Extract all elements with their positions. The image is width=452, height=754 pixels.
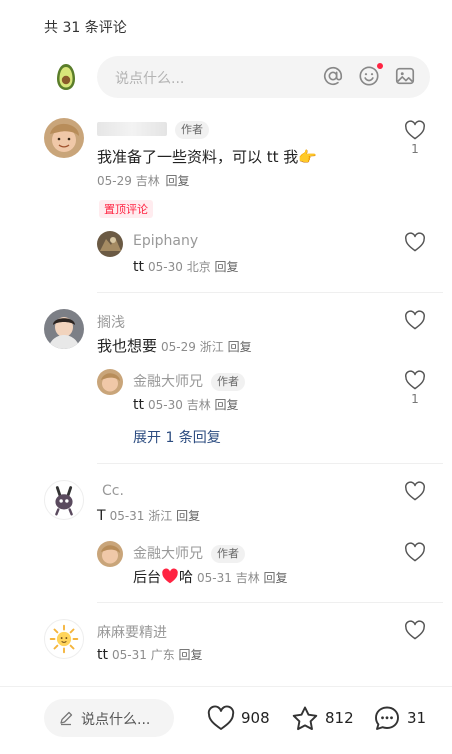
like-button[interactable] xyxy=(403,620,427,640)
bottom-input-placeholder: 说点什么... xyxy=(81,712,151,728)
comment-nickname[interactable]: Epiphany xyxy=(133,233,198,249)
reply-button[interactable]: 回复 xyxy=(228,340,252,354)
divider xyxy=(97,292,443,293)
like-total: 908 xyxy=(241,709,270,727)
comment-count: 共 31 条评论 xyxy=(44,20,127,36)
like-count: 1 xyxy=(411,392,419,406)
avatar[interactable] xyxy=(97,369,123,395)
reply-button[interactable]: 回复 xyxy=(166,174,190,188)
like-button[interactable] xyxy=(403,481,427,501)
like-button[interactable] xyxy=(403,232,427,252)
comment-nickname[interactable]: 搁浅 xyxy=(97,312,125,332)
divider xyxy=(97,602,443,603)
comment-text[interactable]: T 05-31 浙江 回复 xyxy=(97,507,200,524)
comment-text[interactable]: 我也想要 05-29 浙江 回复 xyxy=(97,335,252,356)
like-button[interactable]: 1 xyxy=(403,120,427,156)
avatar[interactable] xyxy=(44,619,84,659)
comment-text[interactable]: tt 05-30 吉林 回复 xyxy=(133,396,239,413)
avocado-avatar[interactable] xyxy=(52,63,80,91)
avatar[interactable] xyxy=(44,480,84,520)
like-button[interactable] xyxy=(403,310,427,330)
like-button[interactable] xyxy=(403,542,427,562)
reply-button[interactable]: 回复 xyxy=(179,648,203,662)
comment-nickname[interactable]: 金融大师兄 作者 xyxy=(133,371,245,391)
emoji-icon[interactable] xyxy=(358,63,383,87)
bottom-comment-input[interactable]: 说点什么... xyxy=(44,699,174,737)
comment-text[interactable]: tt 05-30 北京 回复 xyxy=(133,258,239,275)
pencil-icon xyxy=(60,711,73,726)
heart-icon xyxy=(405,120,425,140)
comment-composer: 说点什么... xyxy=(44,56,430,98)
comment-bubble-icon xyxy=(375,706,399,730)
comment-input-placeholder: 说点什么... xyxy=(115,71,185,87)
notification-dot xyxy=(377,63,383,69)
avatar[interactable] xyxy=(97,541,123,567)
author-tag: 作者 xyxy=(211,373,245,391)
author-tag: 作者 xyxy=(211,545,245,563)
heart-icon xyxy=(405,370,425,390)
avatar[interactable] xyxy=(44,309,84,349)
collect-stat-button[interactable]: 812 xyxy=(291,705,354,731)
star-icon xyxy=(292,706,318,731)
reply-button[interactable]: 回复 xyxy=(215,398,239,412)
comment-total: 31 xyxy=(407,709,427,727)
image-icon[interactable] xyxy=(394,65,416,87)
comment-meta: 05-29 吉林 回复 xyxy=(97,174,190,188)
comment-input[interactable]: 说点什么... xyxy=(97,56,430,98)
heart-icon xyxy=(405,620,425,640)
like-count: 1 xyxy=(411,142,419,156)
blurred-name xyxy=(97,122,167,136)
heart-icon xyxy=(405,542,425,562)
heart-icon xyxy=(207,705,235,730)
bottom-action-bar: 说点什么... 908 812 31 xyxy=(0,686,452,754)
comment-text[interactable]: 我准备了一些资料，可以 tt 我👉 xyxy=(97,146,317,167)
comment-nickname[interactable]: 金融大师兄 作者 xyxy=(133,543,245,563)
reply-button[interactable]: 回复 xyxy=(215,260,239,274)
collect-total: 812 xyxy=(325,709,354,727)
divider xyxy=(97,463,443,464)
expand-replies-button[interactable]: 展开 1 条回复 xyxy=(133,427,221,447)
heart-icon xyxy=(405,481,425,501)
avatar[interactable] xyxy=(97,231,123,257)
avatar[interactable] xyxy=(44,118,84,158)
reply-button[interactable]: 回复 xyxy=(264,571,288,585)
pinned-badge: 置顶评论 xyxy=(99,200,153,218)
at-icon[interactable] xyxy=(322,65,344,87)
comment-stat-button[interactable]: 31 xyxy=(373,705,426,731)
comment-nickname[interactable]: 作者 xyxy=(97,121,209,139)
heart-icon xyxy=(405,232,425,252)
author-tag: 作者 xyxy=(175,121,209,139)
heart-icon xyxy=(405,310,425,330)
like-button[interactable]: 1 xyxy=(403,370,427,406)
comment-nickname[interactable]: 麻麻要精进 xyxy=(97,622,167,642)
comment-text[interactable]: 后台哈 05-31 吉林 回复 xyxy=(133,567,288,587)
comment-text[interactable]: tt 05-31 广东 回复 xyxy=(97,646,203,663)
reply-button[interactable]: 回复 xyxy=(176,509,200,523)
heart-emoji-icon xyxy=(162,568,178,584)
like-stat-button[interactable]: 908 xyxy=(207,705,270,731)
comment-nickname[interactable]: Cc. xyxy=(102,483,124,499)
